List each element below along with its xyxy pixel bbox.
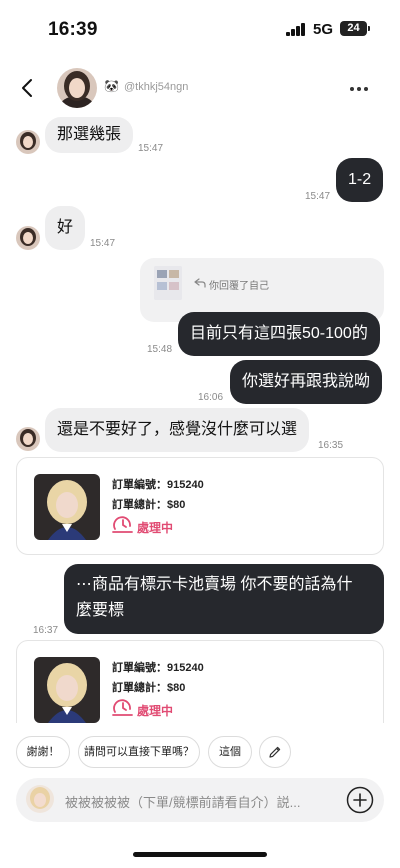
order-status-label: 處理中 [137, 521, 174, 535]
plus-icon[interactable] [346, 786, 374, 814]
order-number: 訂單編號：915240 [112, 479, 204, 491]
message-bubble-outgoing[interactable]: 目前只有這四張50-100的 [178, 312, 380, 356]
sender-avatar [16, 130, 40, 154]
order-total: 訂單總計：$80 [112, 682, 186, 694]
quick-reply-this-one[interactable]: 這個 [208, 736, 252, 768]
panda-icon: 🐼 [104, 79, 119, 93]
battery-tip [368, 26, 370, 31]
message-text-line: ⋯商品有標示卡池賣場 你不要的話為什 [76, 576, 353, 593]
back-arrow-icon[interactable] [16, 76, 40, 100]
quick-reply-order-direct[interactable]: 請問可以直接下單嗎？ [78, 736, 200, 768]
product-image [34, 474, 100, 540]
order-total: 訂單總計：$80 [112, 499, 186, 511]
contact-username[interactable]: @tkhkj54ngn [124, 81, 188, 93]
my-avatar [26, 785, 54, 813]
message-time: 15:47 [138, 143, 164, 154]
sender-avatar [16, 226, 40, 250]
truck-icon [112, 516, 133, 533]
network-label: 5G [313, 21, 334, 38]
message-input[interactable]: 被被被被被（下單/競標前請看自介）説... [65, 792, 300, 811]
reply-label: 你回覆了自己 [209, 281, 269, 292]
more-options-icon[interactable] [350, 87, 368, 91]
chat-header: 🐼 @tkhkj54ngn [0, 60, 400, 116]
pencil-icon [269, 746, 281, 758]
contact-avatar[interactable] [57, 68, 97, 108]
message-bubble-incoming[interactable]: 好 [45, 206, 86, 250]
sender-avatar [16, 427, 40, 451]
message-time: 16:35 [318, 440, 344, 451]
message-bubble-incoming[interactable]: 還是不要好了，感覺沒什麼可以選 [45, 408, 310, 452]
order-card-clip: 訂單編號：915240 訂單總計：$80 處理中 [0, 630, 400, 723]
reply-thumbnail [154, 266, 182, 300]
order-card[interactable]: 訂單編號：915240 訂單總計：$80 處理中 [16, 457, 384, 555]
message-bubble-outgoing[interactable]: ⋯商品有標示卡池賣場 你不要的話為什 麼要標 [64, 564, 384, 634]
edit-quick-replies-button[interactable] [259, 736, 291, 768]
home-indicator [133, 852, 267, 857]
status-time: 16:39 [48, 19, 98, 40]
signal-icon [286, 23, 306, 36]
message-bubble-incoming[interactable]: 那選幾張 [45, 117, 134, 153]
battery-icon: 24 [340, 21, 367, 36]
message-time: 15:48 [147, 344, 173, 355]
order-status: 處理中 [112, 698, 232, 718]
message-time: 15:47 [90, 238, 116, 249]
message-time: 15:47 [305, 191, 331, 202]
message-input-bar[interactable]: 被被被被被（下單/競標前請看自介）説... [16, 778, 384, 822]
product-image [34, 657, 100, 723]
reply-arrow-icon [194, 278, 206, 288]
order-status-label: 處理中 [137, 704, 174, 718]
message-bubble-outgoing[interactable]: 你選好再跟我說呦 [230, 360, 383, 404]
order-number: 訂單編號：915240 [112, 662, 204, 674]
order-card[interactable]: 訂單編號：915240 訂單總計：$80 處理中 [16, 640, 384, 723]
truck-icon [112, 699, 133, 716]
message-text-line: 麼要標 [76, 602, 125, 619]
status-bar: 16:39 5G 24 [0, 0, 400, 60]
quick-reply-thanks[interactable]: 謝謝！ [16, 736, 70, 768]
order-status: 處理中 [112, 515, 232, 535]
message-bubble-outgoing[interactable]: 1-2 [336, 158, 384, 202]
message-time: 16:06 [198, 392, 224, 403]
